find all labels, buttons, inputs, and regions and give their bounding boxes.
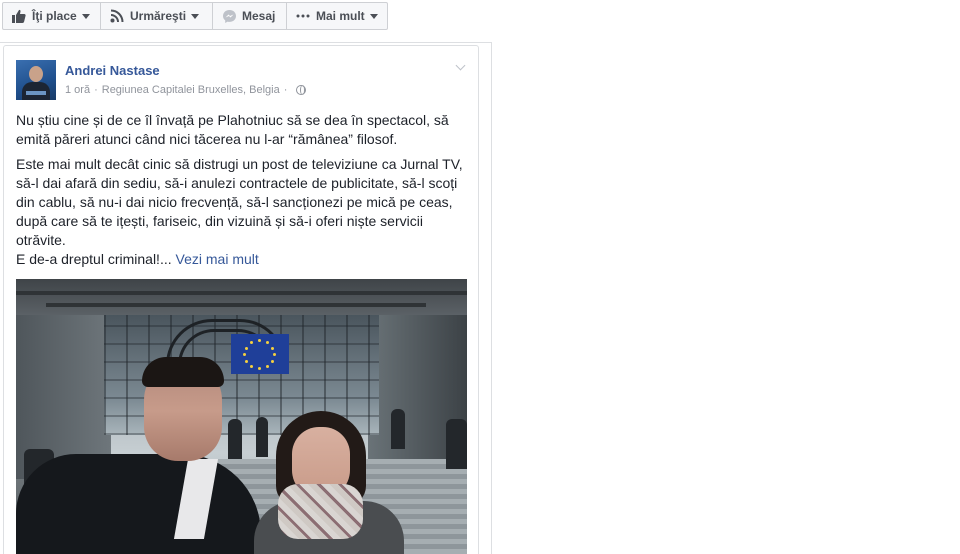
- post-paragraph-last: E de-a dreptul criminal!... Vezi mai mul…: [16, 250, 468, 269]
- thumbs-up-icon: [11, 8, 27, 24]
- globe-icon[interactable]: [296, 85, 307, 95]
- post-location[interactable]: Regiunea Capitalei Bruxelles, Belgia: [102, 84, 280, 96]
- post-paragraph-lead: E de-a dreptul criminal!...: [16, 251, 172, 267]
- post-author-name[interactable]: Andrei Nastase: [65, 63, 160, 78]
- message-label: Mesaj: [242, 9, 276, 23]
- meta-separator: ·: [94, 84, 98, 96]
- page-action-bar: Îţi place Urmăreşti Mesaj Mai mult: [2, 2, 388, 30]
- chevron-down-icon: [191, 13, 200, 19]
- more-button[interactable]: Mai mult: [286, 2, 388, 30]
- eu-flag-icon: [231, 334, 289, 374]
- chevron-down-icon: [369, 13, 378, 19]
- post-paragraph: Este mai mult decât cinic să distrugi un…: [16, 156, 463, 248]
- post-card: Andrei Nastase 1 oră · Regiunea Capitale…: [3, 45, 479, 554]
- more-label: Mai mult: [316, 9, 365, 23]
- see-more-link[interactable]: Vezi mai mult: [176, 251, 259, 267]
- like-page-label: Îţi place: [32, 9, 77, 23]
- post-options-chevron-icon[interactable]: [456, 62, 466, 72]
- timeline-column: Andrei Nastase 1 oră · Regiunea Capitale…: [0, 42, 492, 554]
- avatar[interactable]: [16, 60, 56, 100]
- post-timestamp[interactable]: 1 oră: [65, 84, 90, 96]
- chevron-down-icon: [81, 13, 90, 19]
- follow-button[interactable]: Urmăreşti: [100, 2, 213, 30]
- post-body: Nu știu cine și de ce îl învață pe Plaho…: [16, 111, 468, 269]
- rss-icon: [109, 8, 125, 24]
- like-page-button[interactable]: Îţi place: [2, 2, 101, 30]
- ellipsis-icon: [295, 8, 311, 24]
- messenger-icon: [221, 8, 237, 24]
- post-photo[interactable]: [16, 279, 467, 554]
- post-paragraph: Nu știu cine și de ce îl învață pe Plaho…: [16, 112, 449, 147]
- post-meta: 1 oră · Regiunea Capitalei Bruxelles, Be…: [65, 84, 307, 96]
- message-button[interactable]: Mesaj: [212, 2, 287, 30]
- follow-label: Urmăreşti: [130, 9, 187, 23]
- meta-separator: ·: [283, 84, 288, 96]
